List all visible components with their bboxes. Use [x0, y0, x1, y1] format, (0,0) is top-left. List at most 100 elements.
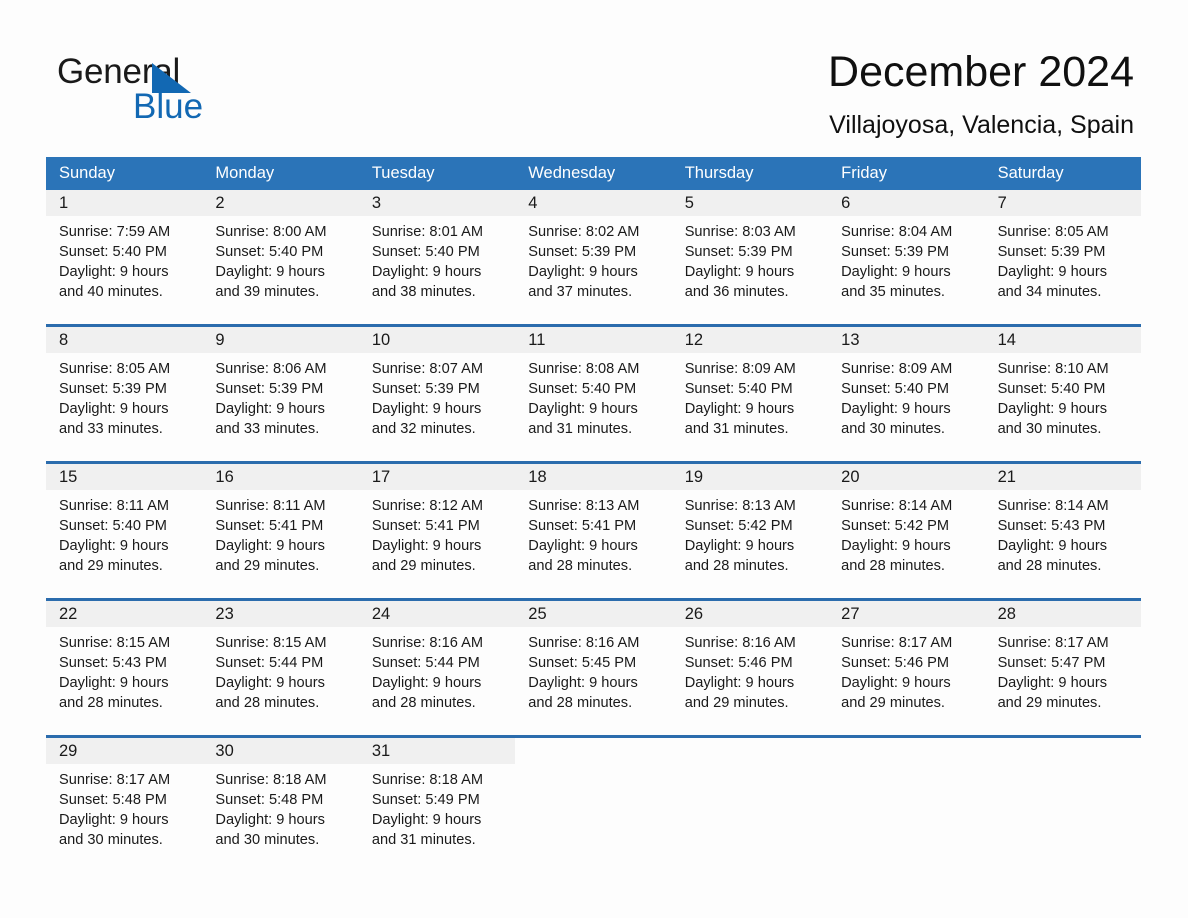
day-number-20[interactable]: 20 — [828, 464, 984, 490]
day-daylight-line: and 38 minutes. — [371, 284, 476, 300]
day-number-11[interactable]: 11 — [515, 327, 671, 353]
day-number-2[interactable]: 2 — [202, 190, 358, 216]
day-number-13[interactable]: 13 — [828, 327, 984, 353]
day-cell-27[interactable]: Sunrise: 8:17 AM Sunset: 5:46 PM Daylight:… — [828, 633, 984, 723]
day-number-19[interactable]: 19 — [672, 464, 828, 490]
day-sunset-line: Sunset: 5:48 PM — [215, 792, 324, 808]
day-daylight-line: Daylight: 9 hours — [841, 401, 951, 417]
day-cell-21[interactable]: Sunrise: 8:14 AM Sunset: 5:43 PM Daylight:… — [985, 496, 1141, 586]
day-cell-4[interactable]: Sunrise: 8:02 AM Sunset: 5:39 PM Daylight:… — [515, 222, 671, 312]
day-number-1[interactable]: 1 — [46, 190, 202, 216]
day-number-14[interactable]: 14 — [985, 327, 1141, 353]
day-number-8[interactable]: 8 — [46, 327, 202, 353]
day-number-25[interactable]: 25 — [515, 601, 671, 627]
day-daylight-line: Daylight: 9 hours — [215, 538, 325, 554]
calendar-week-row: 29 30 31 Sunrise: 8:17 AM Sunset: 5:48 PM Day… — [46, 735, 1141, 860]
day-number-31[interactable]: 31 — [358, 738, 516, 764]
day-number-15[interactable]: 15 — [46, 464, 202, 490]
day-sunset-line: Sunset: 5:39 PM — [684, 244, 793, 260]
day-number-4[interactable]: 4 — [515, 190, 671, 216]
day-sunrise-line: Sunrise: 8:17 AM — [997, 635, 1109, 651]
day-cell-24[interactable]: Sunrise: 8:16 AM Sunset: 5:44 PM Daylight:… — [359, 633, 515, 723]
day-number-6[interactable]: 6 — [828, 190, 984, 216]
week-detail-row: Sunrise: 8:15 AM Sunset: 5:43 PM Daylight:… — [46, 627, 1141, 723]
general-blue-logo[interactable]: General Blue — [57, 52, 317, 126]
day-number-21[interactable]: 21 — [985, 464, 1141, 490]
day-daylight-line: and 39 minutes. — [215, 284, 320, 300]
day-sunrise-line: Sunrise: 7:59 AM — [59, 224, 171, 240]
day-daylight-line: Daylight: 9 hours — [371, 538, 482, 554]
day-sunrise-line: Sunrise: 8:02 AM — [528, 224, 640, 240]
day-number-27[interactable]: 27 — [828, 601, 984, 627]
day-number-22[interactable]: 22 — [46, 601, 202, 627]
day-daylight-line: Daylight: 9 hours — [841, 264, 951, 280]
day-cell-17[interactable]: Sunrise: 8:12 AM Sunset: 5:41 PM Daylight:… — [359, 496, 515, 586]
day-cell-18[interactable]: Sunrise: 8:13 AM Sunset: 5:41 PM Daylight:… — [515, 496, 671, 586]
day-daylight-line: and 34 minutes. — [997, 284, 1102, 300]
day-daylight-line: Daylight: 9 hours — [371, 264, 482, 280]
day-daylight-line: and 28 minutes. — [59, 695, 163, 711]
day-cell-26[interactable]: Sunrise: 8:16 AM Sunset: 5:46 PM Daylight:… — [672, 633, 828, 723]
day-sunset-line: Sunset: 5:39 PM — [528, 244, 637, 260]
day-cell-11[interactable]: Sunrise: 8:08 AM Sunset: 5:40 PM Daylight:… — [515, 359, 671, 449]
day-number-23[interactable]: 23 — [202, 601, 358, 627]
day-cell-23[interactable]: Sunrise: 8:15 AM Sunset: 5:44 PM Daylight:… — [202, 633, 358, 723]
day-number-5[interactable]: 5 — [672, 190, 828, 216]
day-cell-31[interactable]: Sunrise: 8:18 AM Sunset: 5:49 PM Daylight:… — [359, 770, 515, 860]
day-daylight-line: and 29 minutes. — [997, 695, 1102, 711]
day-cell-10[interactable]: Sunrise: 8:07 AM Sunset: 5:39 PM Daylight:… — [359, 359, 515, 449]
day-number-26[interactable]: 26 — [672, 601, 828, 627]
day-number-30[interactable]: 30 — [202, 738, 359, 764]
day-sunrise-line: Sunrise: 8:00 AM — [215, 224, 327, 240]
day-cell-14[interactable]: Sunrise: 8:10 AM Sunset: 5:40 PM Daylight:… — [985, 359, 1141, 449]
day-number-10[interactable]: 10 — [359, 327, 515, 353]
day-number-9[interactable]: 9 — [202, 327, 358, 353]
day-daylight-line: and 31 minutes. — [371, 832, 476, 848]
day-cell-3[interactable]: Sunrise: 8:01 AM Sunset: 5:40 PM Daylight:… — [359, 222, 515, 312]
day-daylight-line: and 37 minutes. — [528, 284, 633, 300]
day-number-16[interactable]: 16 — [202, 464, 358, 490]
day-number-28[interactable]: 28 — [985, 601, 1141, 627]
day-cell-1[interactable]: Sunrise: 7:59 AM Sunset: 5:40 PM Daylight:… — [46, 222, 202, 312]
day-sunset-line: Sunset: 5:41 PM — [371, 518, 480, 534]
day-cell-12[interactable]: Sunrise: 8:09 AM Sunset: 5:40 PM Daylight:… — [672, 359, 828, 449]
day-cell-7[interactable]: Sunrise: 8:05 AM Sunset: 5:39 PM Daylight:… — [985, 222, 1141, 312]
day-cell-30[interactable]: Sunrise: 8:18 AM Sunset: 5:48 PM Daylight:… — [202, 770, 358, 860]
day-cell-28[interactable]: Sunrise: 8:17 AM Sunset: 5:47 PM Daylight:… — [985, 633, 1141, 723]
day-number-18[interactable]: 18 — [515, 464, 671, 490]
day-cell-9[interactable]: Sunrise: 8:06 AM Sunset: 5:39 PM Daylight:… — [202, 359, 358, 449]
day-cell-5[interactable]: Sunrise: 8:03 AM Sunset: 5:39 PM Daylight:… — [672, 222, 828, 312]
day-sunset-line: Sunset: 5:46 PM — [684, 655, 793, 671]
day-cell-29[interactable]: Sunrise: 8:17 AM Sunset: 5:48 PM Daylight:… — [46, 770, 202, 860]
day-number-24[interactable]: 24 — [359, 601, 515, 627]
day-cell-15[interactable]: Sunrise: 8:11 AM Sunset: 5:40 PM Daylight:… — [46, 496, 202, 586]
day-cell-16[interactable]: Sunrise: 8:11 AM Sunset: 5:41 PM Daylight:… — [202, 496, 358, 586]
day-cell-8[interactable]: Sunrise: 8:05 AM Sunset: 5:39 PM Daylight:… — [46, 359, 202, 449]
day-cell-25[interactable]: Sunrise: 8:16 AM Sunset: 5:45 PM Daylight:… — [515, 633, 671, 723]
day-cell-2[interactable]: Sunrise: 8:00 AM Sunset: 5:40 PM Daylight:… — [202, 222, 358, 312]
day-sunset-line: Sunset: 5:40 PM — [528, 381, 637, 397]
day-daylight-line: and 29 minutes. — [371, 558, 476, 574]
day-daylight-line: and 29 minutes. — [215, 558, 320, 574]
day-sunrise-line: Sunrise: 8:10 AM — [997, 361, 1109, 377]
day-sunrise-line: Sunrise: 8:01 AM — [371, 224, 483, 240]
day-sunset-line: Sunset: 5:44 PM — [371, 655, 480, 671]
day-cell-19[interactable]: Sunrise: 8:13 AM Sunset: 5:42 PM Daylight:… — [672, 496, 828, 586]
day-cell-6[interactable]: Sunrise: 8:04 AM Sunset: 5:39 PM Daylight:… — [828, 222, 984, 312]
day-daylight-line: Daylight: 9 hours — [215, 812, 325, 828]
day-daylight-line: Daylight: 9 hours — [59, 264, 169, 280]
day-number-17[interactable]: 17 — [359, 464, 515, 490]
day-number-3[interactable]: 3 — [359, 190, 515, 216]
day-cell-22[interactable]: Sunrise: 8:15 AM Sunset: 5:43 PM Daylight:… — [46, 633, 202, 723]
day-daylight-line: and 28 minutes. — [997, 558, 1102, 574]
day-daylight-line: Daylight: 9 hours — [684, 675, 795, 691]
day-number-7[interactable]: 7 — [985, 190, 1141, 216]
page-header: General Blue December 2024 Villajoyosa, … — [0, 0, 1188, 150]
day-number-12[interactable]: 12 — [672, 327, 828, 353]
day-daylight-line: Daylight: 9 hours — [59, 812, 169, 828]
day-sunrise-line: Sunrise: 8:17 AM — [841, 635, 953, 651]
day-daylight-line: Daylight: 9 hours — [215, 675, 325, 691]
day-cell-13[interactable]: Sunrise: 8:09 AM Sunset: 5:40 PM Daylight:… — [828, 359, 984, 449]
day-cell-20[interactable]: Sunrise: 8:14 AM Sunset: 5:42 PM Daylight:… — [828, 496, 984, 586]
day-number-29[interactable]: 29 — [46, 738, 203, 764]
